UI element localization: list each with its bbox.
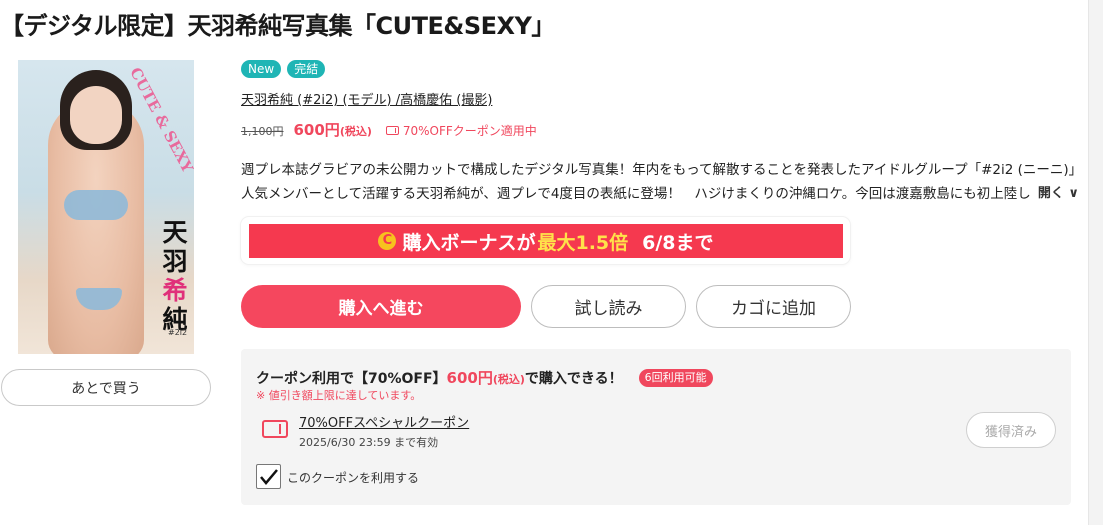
scrollbar[interactable] [1088, 0, 1103, 525]
original-price: 1,100円 [241, 125, 284, 138]
add-to-cart-button[interactable]: カゴに追加 [696, 285, 851, 328]
check-icon [260, 469, 278, 485]
badge-group: New 完結 [241, 60, 326, 78]
buy-later-button[interactable]: あとで買う [1, 369, 211, 406]
new-badge: New [241, 60, 282, 78]
coupon-applied: 70%OFFクーポン適用中 [385, 122, 537, 139]
coupon-ticket-icon [385, 126, 399, 135]
coin-icon: C [378, 232, 397, 250]
coupon-expiry: 2025/6/30 23:59 まで有効 [299, 436, 439, 449]
description: 週プレ本誌グラビアの未公開カットで構成したデジタル写真集！年内をもって解散するこ… [241, 158, 1079, 206]
coupon-name-link[interactable]: 70%OFFスペシャルクーポン [299, 412, 469, 431]
cover-name: 天 羽 希 純 [162, 218, 188, 334]
price-row: 1,100円 600円 (税込) 70%OFFクーポン適用中 [241, 119, 537, 140]
coupon-limit-note: ※ 値引き額上限に達しています。 [256, 389, 422, 402]
cover-image[interactable]: CUTE & SEXY 天 羽 希 純 #2i2 [18, 60, 194, 354]
tax-label: (税込) [339, 125, 372, 138]
proceed-to-purchase-button[interactable]: 購入へ進む [241, 285, 521, 328]
coupon-panel: クーポン利用で【70%OFF】 600円 (税込) で購入できる！ 6回利用可能… [241, 349, 1071, 505]
bonus-rate: 最大1.5倍 [537, 231, 629, 254]
bonus-banner[interactable]: C 購入ボーナスが 最大1.5倍 6/8まで [241, 217, 850, 264]
description-line: 週プレ本誌グラビアの未公開カットで構成したデジタル写真集！年内をもって解散するこ… [241, 162, 1079, 178]
description-line: 人気メンバーとして活躍する天羽希純が、週プレで4度目の表紙に登場！ ハジけまくり… [241, 186, 1045, 202]
coupon-headline: クーポン利用で【70%OFF】 600円 (税込) で購入できる！ 6回利用可能 [256, 367, 713, 388]
completed-badge: 完結 [287, 60, 326, 78]
coupon-ticket-icon [262, 420, 288, 438]
use-coupon-label[interactable]: このクーポンを利用する [287, 469, 419, 486]
coupon-uses-badge: 6回利用可能 [638, 368, 713, 387]
sale-price: 600円 [293, 121, 340, 139]
use-coupon-checkbox[interactable] [256, 464, 281, 489]
page-title: 【デジタル限定】天羽希純写真集「CUTE&SEXY」 [0, 12, 555, 40]
expand-description-button[interactable]: 開く ∨ [1031, 182, 1079, 206]
coupon-acquired-button[interactable]: 獲得済み [966, 412, 1056, 448]
author-link[interactable]: 天羽希純 (#2i2) (モデル) /高橋慶佑 (撮影) [241, 89, 492, 108]
trial-read-button[interactable]: 試し読み [531, 285, 686, 328]
cover-tag: #2i2 [168, 328, 188, 337]
